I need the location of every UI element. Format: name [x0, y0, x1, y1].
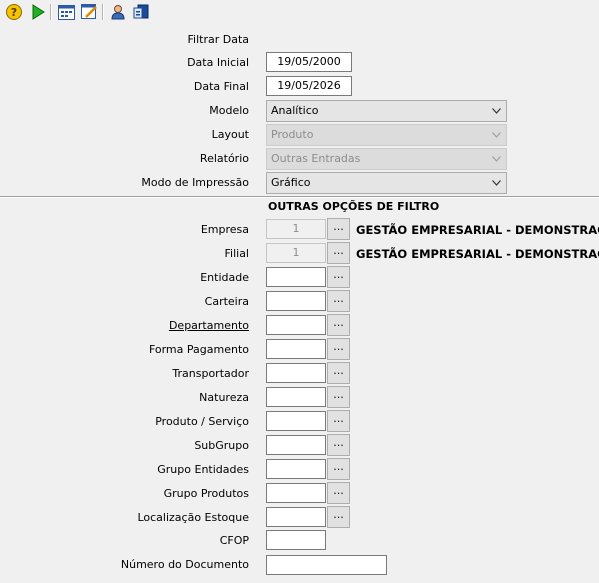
edit-report-icon[interactable] — [79, 2, 99, 22]
entidade-label: Entidade — [200, 271, 249, 284]
empresa-code-input[interactable]: 1 — [266, 219, 326, 239]
chevron-down-icon — [492, 156, 501, 162]
numero-documento-input[interactable] — [266, 555, 387, 575]
modelo-value: Analítico — [271, 104, 319, 117]
grupo-entidades-label: Grupo Entidades — [157, 463, 249, 476]
forma-pagamento-label: Forma Pagamento — [148, 343, 249, 356]
toolbar-separator — [102, 4, 104, 20]
numero-documento-label: Número do Documento — [120, 558, 249, 571]
empresa-label: Empresa — [200, 223, 249, 236]
relatorio-select[interactable]: Outras Entradas — [266, 148, 507, 170]
layout-select[interactable]: Produto — [266, 124, 507, 146]
data-inicial-input[interactable]: 19/05/2000 — [266, 52, 352, 72]
modelo-label: Modelo — [209, 104, 249, 117]
entidade-input[interactable] — [266, 267, 326, 287]
grupo-produtos-lookup-button[interactable]: ... — [327, 482, 350, 504]
section-divider-highlight — [0, 197, 599, 198]
transportador-label: Transportador — [172, 367, 249, 380]
calendar-icon[interactable] — [56, 2, 76, 22]
natureza-lookup-button[interactable]: ... — [327, 386, 350, 408]
filial-name: GESTÃO EMPRESARIAL - DEMONSTRAÇÃO — [356, 247, 599, 261]
carteira-input[interactable] — [266, 291, 326, 311]
departamento-input[interactable] — [266, 315, 326, 335]
transportador-input[interactable] — [266, 363, 326, 383]
toolbar-separator — [50, 4, 52, 20]
relatorio-label: Relatório — [199, 152, 249, 165]
modelo-select[interactable]: Analítico — [266, 100, 507, 122]
layout-value: Produto — [271, 128, 314, 141]
cfop-input[interactable] — [266, 530, 326, 550]
localizacao-estoque-lookup-button[interactable]: ... — [327, 506, 350, 528]
produto-servico-label: Produto / Serviço — [155, 415, 249, 428]
toolbar: ? — [0, 0, 599, 25]
localizacao-estoque-label: Localização Estoque — [137, 511, 249, 524]
departamento-label[interactable]: Departamento — [169, 319, 249, 333]
produto-servico-input[interactable] — [266, 411, 326, 431]
subgrupo-label: SubGrupo — [194, 439, 249, 452]
empresa-name: GESTÃO EMPRESARIAL - DEMONSTRAÇÃO — [356, 223, 599, 237]
data-inicial-label: Data Inicial — [187, 56, 249, 69]
export-icon[interactable] — [131, 2, 151, 22]
modo-impressao-value: Gráfico — [271, 176, 311, 189]
modo-impressao-label: Modo de Impressão — [141, 176, 249, 189]
grupo-produtos-label: Grupo Produtos — [163, 487, 249, 500]
transportador-lookup-button[interactable]: ... — [327, 362, 350, 384]
chevron-down-icon — [492, 180, 501, 186]
carteira-label: Carteira — [204, 295, 249, 308]
user-icon[interactable] — [108, 2, 128, 22]
relatorio-value: Outras Entradas — [271, 152, 361, 165]
filial-lookup-button[interactable]: ... — [327, 242, 350, 264]
empresa-lookup-button[interactable]: ... — [327, 218, 350, 240]
svg-text:?: ? — [11, 6, 17, 19]
departamento-lookup-button[interactable]: ... — [327, 314, 350, 336]
layout-label: Layout — [211, 128, 249, 141]
natureza-label: Natureza — [199, 391, 249, 404]
filial-code-input[interactable]: 1 — [266, 243, 326, 263]
forma-pagamento-input[interactable] — [266, 339, 326, 359]
modo-impressao-select[interactable]: Gráfico — [266, 172, 507, 194]
chevron-down-icon — [492, 108, 501, 114]
cfop-label: CFOP — [219, 534, 249, 547]
produto-servico-lookup-button[interactable]: ... — [327, 410, 350, 432]
chevron-down-icon — [492, 132, 501, 138]
subgrupo-lookup-button[interactable]: ... — [327, 434, 350, 456]
subgrupo-input[interactable] — [266, 435, 326, 455]
localizacao-estoque-input[interactable] — [266, 507, 326, 527]
grupo-entidades-lookup-button[interactable]: ... — [327, 458, 350, 480]
run-icon[interactable] — [28, 2, 48, 22]
filtrar-data-label: Filtrar Data — [187, 33, 250, 46]
data-final-label: Data Final — [193, 80, 249, 93]
carteira-lookup-button[interactable]: ... — [327, 290, 350, 312]
natureza-input[interactable] — [266, 387, 326, 407]
help-icon[interactable]: ? — [4, 2, 24, 22]
forma-pagamento-lookup-button[interactable]: ... — [327, 338, 350, 360]
entidade-lookup-button[interactable]: ... — [327, 266, 350, 288]
filial-label: Filial — [224, 247, 250, 260]
section-title: OUTRAS OPÇÕES DE FILTRO — [268, 200, 440, 213]
grupo-entidades-input[interactable] — [266, 459, 326, 479]
data-final-input[interactable]: 19/05/2026 — [266, 76, 352, 96]
grupo-produtos-input[interactable] — [266, 483, 326, 503]
